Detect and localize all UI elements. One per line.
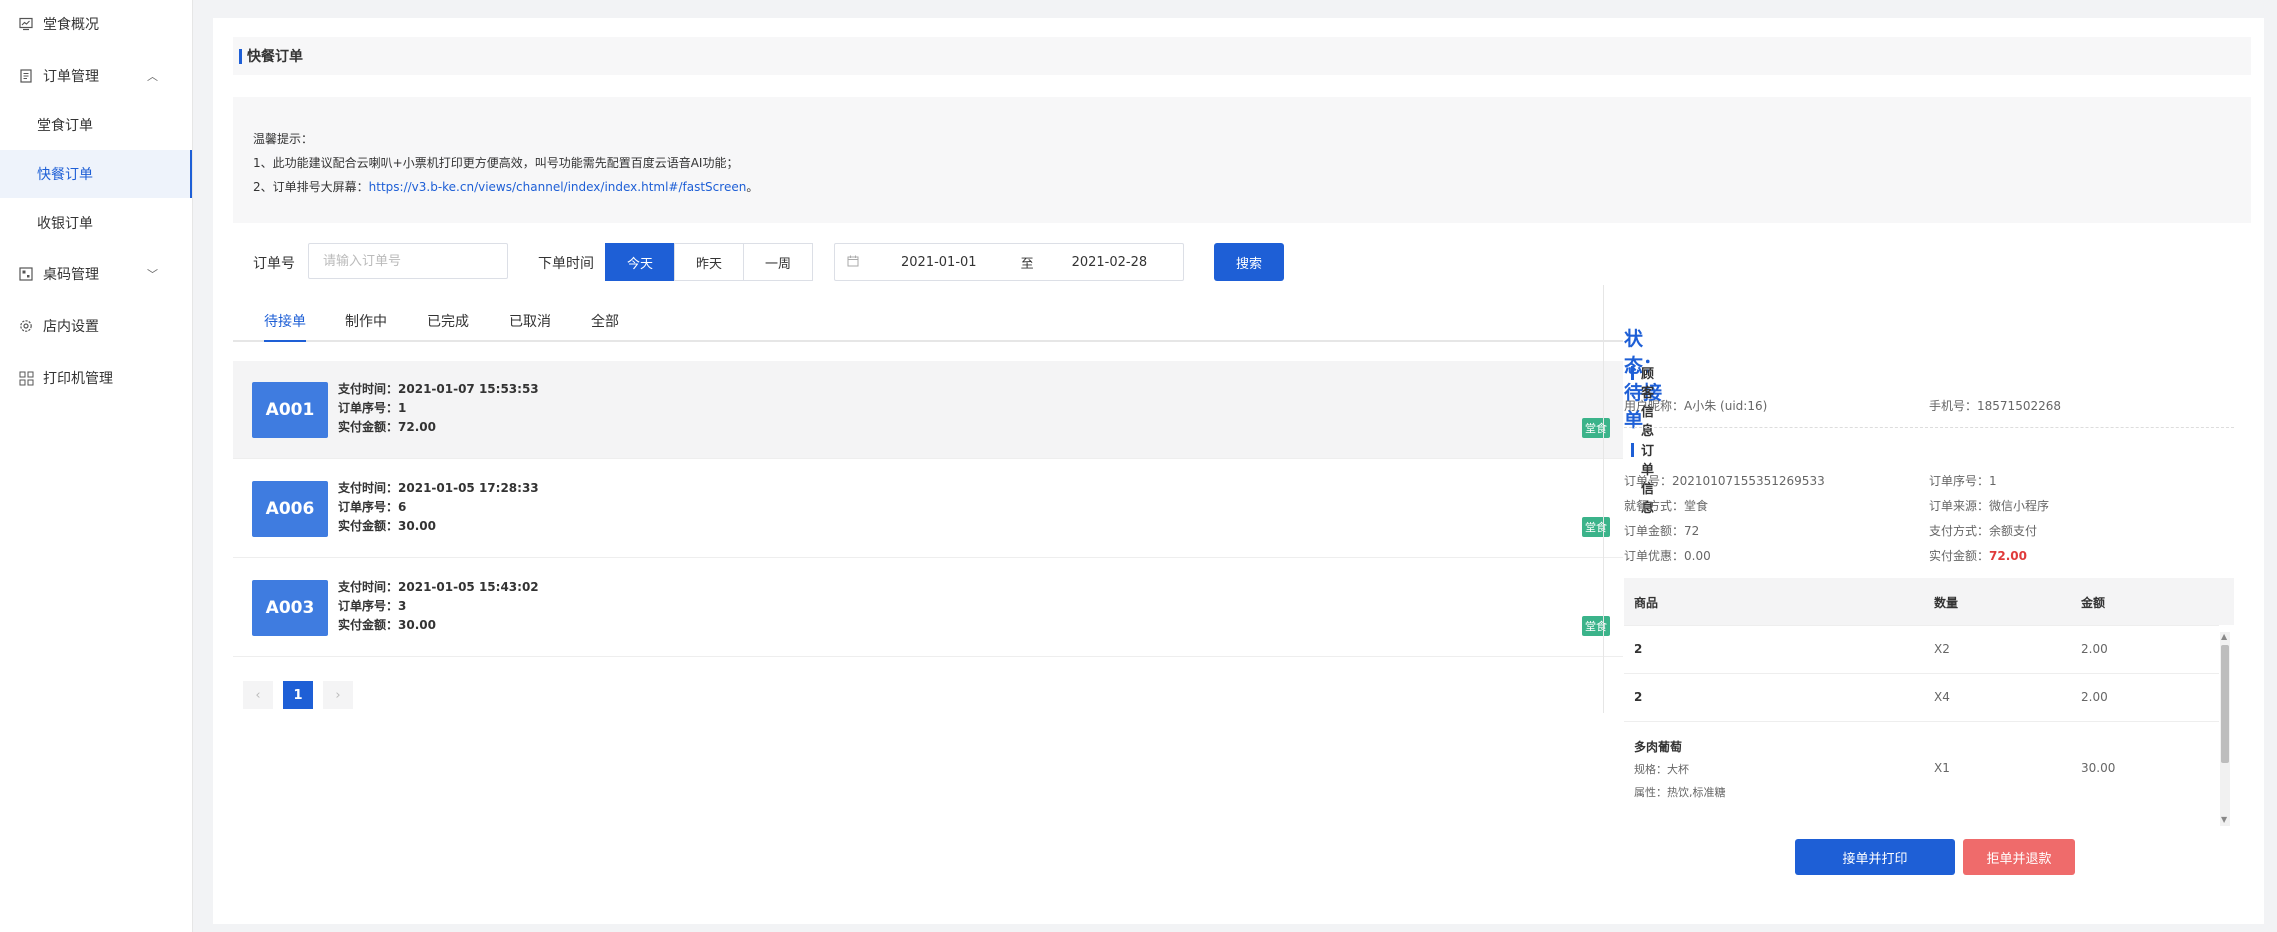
time-option-yesterday[interactable]: 昨天: [674, 243, 744, 281]
sidebar-subitem-dine-orders[interactable]: 堂食订单: [0, 101, 192, 149]
pagination-next[interactable]: ›: [323, 681, 353, 709]
goods-scrollbar-thumb[interactable]: [2221, 645, 2229, 763]
pagination-page[interactable]: 1: [283, 681, 313, 709]
dashboard-icon: [18, 16, 34, 32]
detail-order-no: 订单号：20210107155351269533: [1624, 474, 1825, 488]
tab-cancelled[interactable]: 已取消: [509, 311, 551, 342]
tab-completed[interactable]: 已完成: [427, 311, 469, 342]
sidebar-item-label: 打印机管理: [43, 371, 113, 387]
order-info: 支付时间：2021-01-05 17:28:33 订单序号：6 实付金额：30.…: [338, 481, 539, 533]
date-separator: 至: [1020, 256, 1034, 272]
order-info: 支付时间：2021-01-05 15:43:02 订单序号：3 实付金额：30.…: [338, 580, 539, 632]
dine-in-tag: 堂食: [1582, 616, 1610, 636]
notice-line-2: 2、订单排号大屏幕：https://v3.b-ke.cn/views/chann…: [253, 180, 759, 194]
goods-table: 商品 数量 金额 2 X2 2.00 2 X4 2.00 多肉葡萄 规格：大杯 …: [1624, 578, 2234, 824]
notice-box: 温馨提示： 1、此功能建议配合云喇叭+小票机打印更方便高效，叫号功能需先配置百度…: [233, 97, 2251, 223]
detail-pay-method: 支付方式：余额支付: [1929, 524, 2038, 538]
order-card[interactable]: A006 支付时间：2021-01-05 17:28:33 订单序号：6 实付金…: [233, 460, 1623, 558]
order-code-badge: A006: [252, 481, 328, 537]
sidebar-item-label: 桌码管理: [43, 267, 99, 283]
sidebar: 堂食概况 订单管理 ︿ 堂食订单 快餐订单 收银订单 桌码管理 ﹀ 店内设置 打…: [0, 0, 193, 932]
order-pay-time: 2021-01-07 15:53:53: [398, 382, 539, 396]
detail-discount: 订单优惠：0.00: [1624, 549, 1711, 563]
sidebar-item-label: 店内设置: [43, 319, 99, 335]
tab-pending[interactable]: 待接单: [264, 311, 306, 342]
customer-nickname: 用户昵称：A小朱 (uid:16): [1624, 399, 1768, 413]
order-seq: 6: [398, 500, 407, 514]
pagination-prev[interactable]: ‹: [243, 681, 273, 709]
dine-in-tag: 堂食: [1582, 418, 1610, 438]
fast-screen-link[interactable]: https://v3.b-ke.cn/views/channel/index/i…: [369, 180, 747, 194]
sidebar-item-store-settings[interactable]: 店内设置: [0, 302, 192, 350]
detail-order-seq: 订单序号：1: [1929, 474, 1997, 488]
grid-icon: [18, 370, 34, 386]
time-option-week[interactable]: 一周: [743, 243, 813, 281]
sidebar-item-order-management[interactable]: 订单管理 ︿: [0, 52, 192, 100]
order-pay-time: 2021-01-05 15:43:02: [398, 580, 539, 594]
reject-and-refund-button[interactable]: 拒单并退款: [1963, 839, 2075, 875]
order-seq: 3: [398, 599, 407, 613]
order-seq: 1: [398, 401, 407, 415]
chevron-down-icon: ﹀: [147, 268, 158, 281]
status-tabs: 待接单 制作中 已完成 已取消 全部: [233, 311, 1623, 342]
detail-paid-amount: 实付金额：72.00: [1929, 549, 2027, 563]
sidebar-subitem-cashier-orders[interactable]: 收银订单: [0, 199, 192, 247]
sidebar-item-printer[interactable]: 打印机管理: [0, 354, 192, 402]
sidebar-item-label: 订单管理: [43, 69, 99, 85]
sidebar-item-dine-overview[interactable]: 堂食概况: [0, 0, 192, 48]
order-code-badge: A001: [252, 382, 328, 438]
customer-phone: 手机号：18571502268: [1929, 399, 2061, 413]
date-range-picker[interactable]: 2021-01-01 至 2021-02-28: [834, 243, 1184, 281]
calendar-icon: [847, 255, 859, 270]
date-start[interactable]: 2021-01-01: [901, 255, 977, 270]
order-no-input[interactable]: [308, 243, 508, 279]
tab-in-progress[interactable]: 制作中: [345, 311, 387, 342]
qrcode-icon: [18, 266, 34, 282]
order-card[interactable]: A001 支付时间：2021-01-07 15:53:53 订单序号：1 实付金…: [233, 361, 1623, 459]
time-option-today[interactable]: 今天: [605, 243, 675, 281]
order-code-badge: A003: [252, 580, 328, 636]
tab-all[interactable]: 全部: [591, 311, 619, 342]
order-no-label: 订单号: [253, 256, 295, 272]
document-icon: [18, 68, 34, 84]
goods-row: 2 X4 2.00: [1624, 673, 2219, 721]
detail-dine-method: 就餐方式：堂食: [1624, 499, 1709, 513]
time-range-segment: 今天 昨天 一周: [605, 243, 813, 281]
notice-line-1: 1、此功能建议配合云喇叭+小票机打印更方便高效，叫号功能需先配置百度云语音AI功…: [253, 156, 739, 170]
order-amount: 30.00: [398, 519, 436, 533]
order-card[interactable]: A003 支付时间：2021-01-05 15:43:02 订单序号：3 实付金…: [233, 559, 1623, 657]
order-amount: 72.00: [398, 420, 436, 434]
goods-row: 多肉葡萄 规格：大杯 属性：热饮,标准糖 X1 30.00: [1624, 721, 2219, 817]
goods-table-header: 商品 数量 金额: [1624, 578, 2234, 625]
sidebar-item-table-code[interactable]: 桌码管理 ﹀: [0, 250, 192, 298]
dine-in-tag: 堂食: [1582, 517, 1610, 537]
divider-line: [1624, 427, 2234, 428]
order-time-label: 下单时间: [538, 256, 594, 272]
order-pay-time: 2021-01-05 17:28:33: [398, 481, 539, 495]
panel-divider: [1603, 285, 1604, 713]
page-title: 快餐订单: [233, 37, 2251, 75]
chevron-up-icon: ︿: [147, 70, 158, 83]
sidebar-item-label: 堂食概况: [43, 17, 99, 33]
search-button[interactable]: 搜索: [1214, 243, 1284, 281]
scroll-down-icon[interactable]: ▼: [2221, 815, 2227, 824]
gear-icon: [18, 318, 34, 334]
order-info: 支付时间：2021-01-07 15:53:53 订单序号：1 实付金额：72.…: [338, 382, 539, 434]
detail-order-source: 订单来源：微信小程序: [1929, 499, 2050, 513]
order-amount: 30.00: [398, 618, 436, 632]
date-end[interactable]: 2021-02-28: [1072, 255, 1148, 270]
detail-order-total: 订单金额：72: [1624, 524, 1700, 538]
scroll-up-icon[interactable]: ▲: [2221, 632, 2227, 641]
accept-and-print-button[interactable]: 接单并打印: [1795, 839, 1955, 875]
goods-row: 2 X2 2.00: [1624, 625, 2219, 673]
notice-title: 温馨提示：: [253, 132, 314, 146]
sidebar-subitem-fast-orders[interactable]: 快餐订单: [0, 150, 192, 198]
